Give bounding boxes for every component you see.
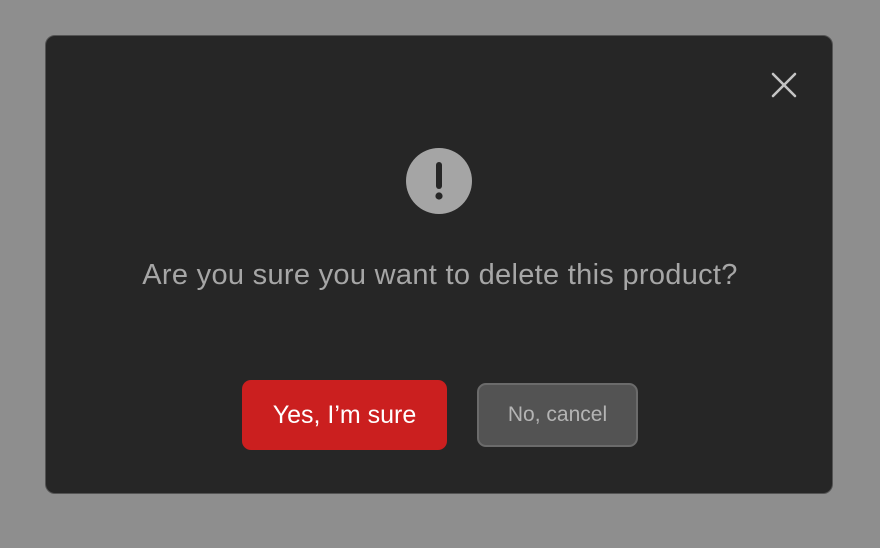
dialog-message: Are you sure you want to delete this pro… <box>142 259 738 291</box>
cancel-button[interactable]: No, cancel <box>477 383 638 447</box>
close-icon <box>771 72 797 98</box>
confirm-delete-button[interactable]: Yes, I’m sure <box>242 380 447 450</box>
close-button[interactable] <box>770 71 798 99</box>
delete-confirm-dialog: Are you sure you want to delete this pro… <box>45 35 833 494</box>
exclamation-circle-icon <box>406 148 472 214</box>
